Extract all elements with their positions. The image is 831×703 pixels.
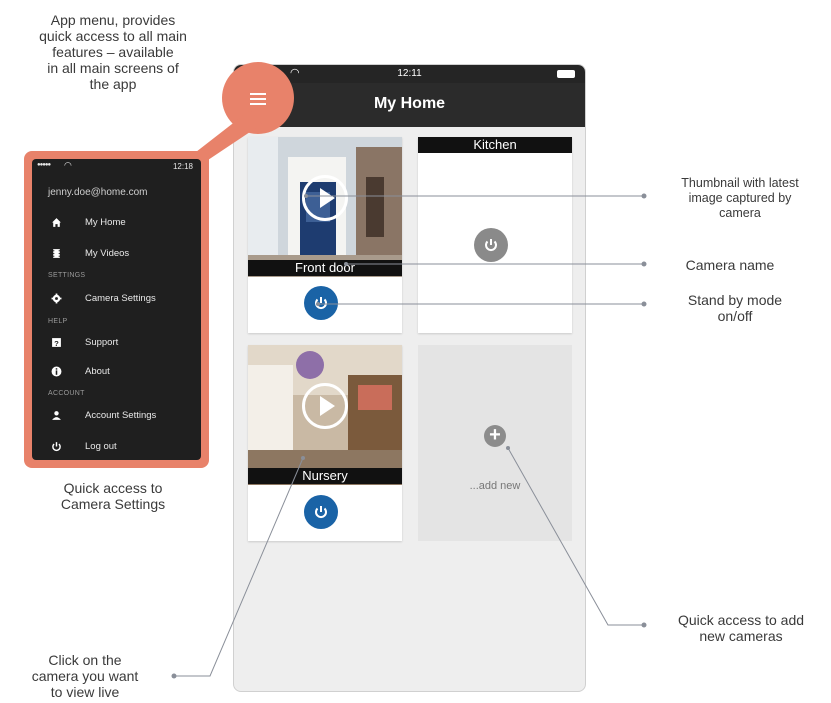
help-icon: ? xyxy=(52,338,61,348)
camera-name-label: Kitchen xyxy=(418,137,572,153)
callout-view-live: Click on the camera you want to view live xyxy=(31,652,139,700)
camera-card-kitchen[interactable]: Kitchen xyxy=(418,137,572,333)
menu-item-about[interactable]: About xyxy=(32,362,201,382)
section-help: HELP xyxy=(48,318,68,325)
battery-icon xyxy=(557,70,575,78)
camera-thumbnail[interactable] xyxy=(248,137,402,277)
camera-card-front-door[interactable]: Front door xyxy=(248,137,402,333)
callout-app-menu: App menu, provides quick access to all ma… xyxy=(39,12,187,92)
callout-camera-settings: Quick access to Camera Settings xyxy=(60,480,166,512)
menu-item-log-out[interactable]: Log out xyxy=(32,437,201,457)
play-icon[interactable] xyxy=(302,383,348,429)
callout-camera-name: Camera name xyxy=(685,257,775,273)
menu-item-my-videos[interactable]: My Videos xyxy=(32,244,201,264)
power-icon xyxy=(315,297,327,309)
menu-item-account-settings[interactable]: Account Settings xyxy=(32,406,201,426)
film-icon xyxy=(53,249,60,258)
add-new-label: ...add new xyxy=(469,480,521,492)
standby-toggle[interactable] xyxy=(304,495,338,529)
power-icon xyxy=(315,506,327,518)
section-account: ACCOUNT xyxy=(48,390,85,397)
add-camera-card[interactable]: + ...add new xyxy=(418,345,572,541)
menu-item-support[interactable]: ? Support xyxy=(32,333,201,353)
camera-name-label: Front door xyxy=(248,260,402,276)
power-icon xyxy=(52,442,61,452)
callout-add-cameras: Quick access to add new cameras xyxy=(677,612,805,644)
status-time: 12:18 xyxy=(172,162,193,171)
standby-toggle[interactable] xyxy=(304,286,338,320)
camera-name-label: Nursery xyxy=(248,468,402,484)
signal-dots: ●●●●● xyxy=(37,162,51,168)
callout-thumbnail: Thumbnail with latest image captured by ca… xyxy=(681,176,799,220)
play-icon[interactable] xyxy=(302,175,348,221)
gear-icon xyxy=(51,293,62,304)
camera-thumbnail[interactable] xyxy=(248,345,402,485)
svg-text:?: ? xyxy=(54,339,59,348)
wifi-icon: ◠ xyxy=(64,160,72,170)
user-icon xyxy=(52,411,61,420)
menu-highlight xyxy=(222,62,294,134)
section-settings: SETTINGS xyxy=(48,272,86,279)
standby-toggle[interactable] xyxy=(474,228,508,262)
home-icon xyxy=(52,218,61,227)
add-icon[interactable]: + xyxy=(484,425,506,447)
menu-icon xyxy=(250,93,266,105)
info-icon xyxy=(51,366,62,377)
menu-item-my-home[interactable]: My Home xyxy=(32,213,201,233)
power-icon xyxy=(485,239,497,251)
user-email: jenny.doe@home.com xyxy=(48,187,148,198)
side-menu-frame: ●●●●● ◠ 12:18 jenny.doe@home.com My Home… xyxy=(24,151,209,468)
side-menu: ●●●●● ◠ 12:18 jenny.doe@home.com My Home… xyxy=(32,159,201,460)
phone-screen: ●●●●● ◠ 12:11 My Home Front door xyxy=(233,64,586,692)
callout-standby: Stand by mode on/off xyxy=(687,292,783,324)
menu-item-camera-settings[interactable]: Camera Settings xyxy=(32,289,201,309)
camera-card-nursery[interactable]: Nursery xyxy=(248,345,402,541)
